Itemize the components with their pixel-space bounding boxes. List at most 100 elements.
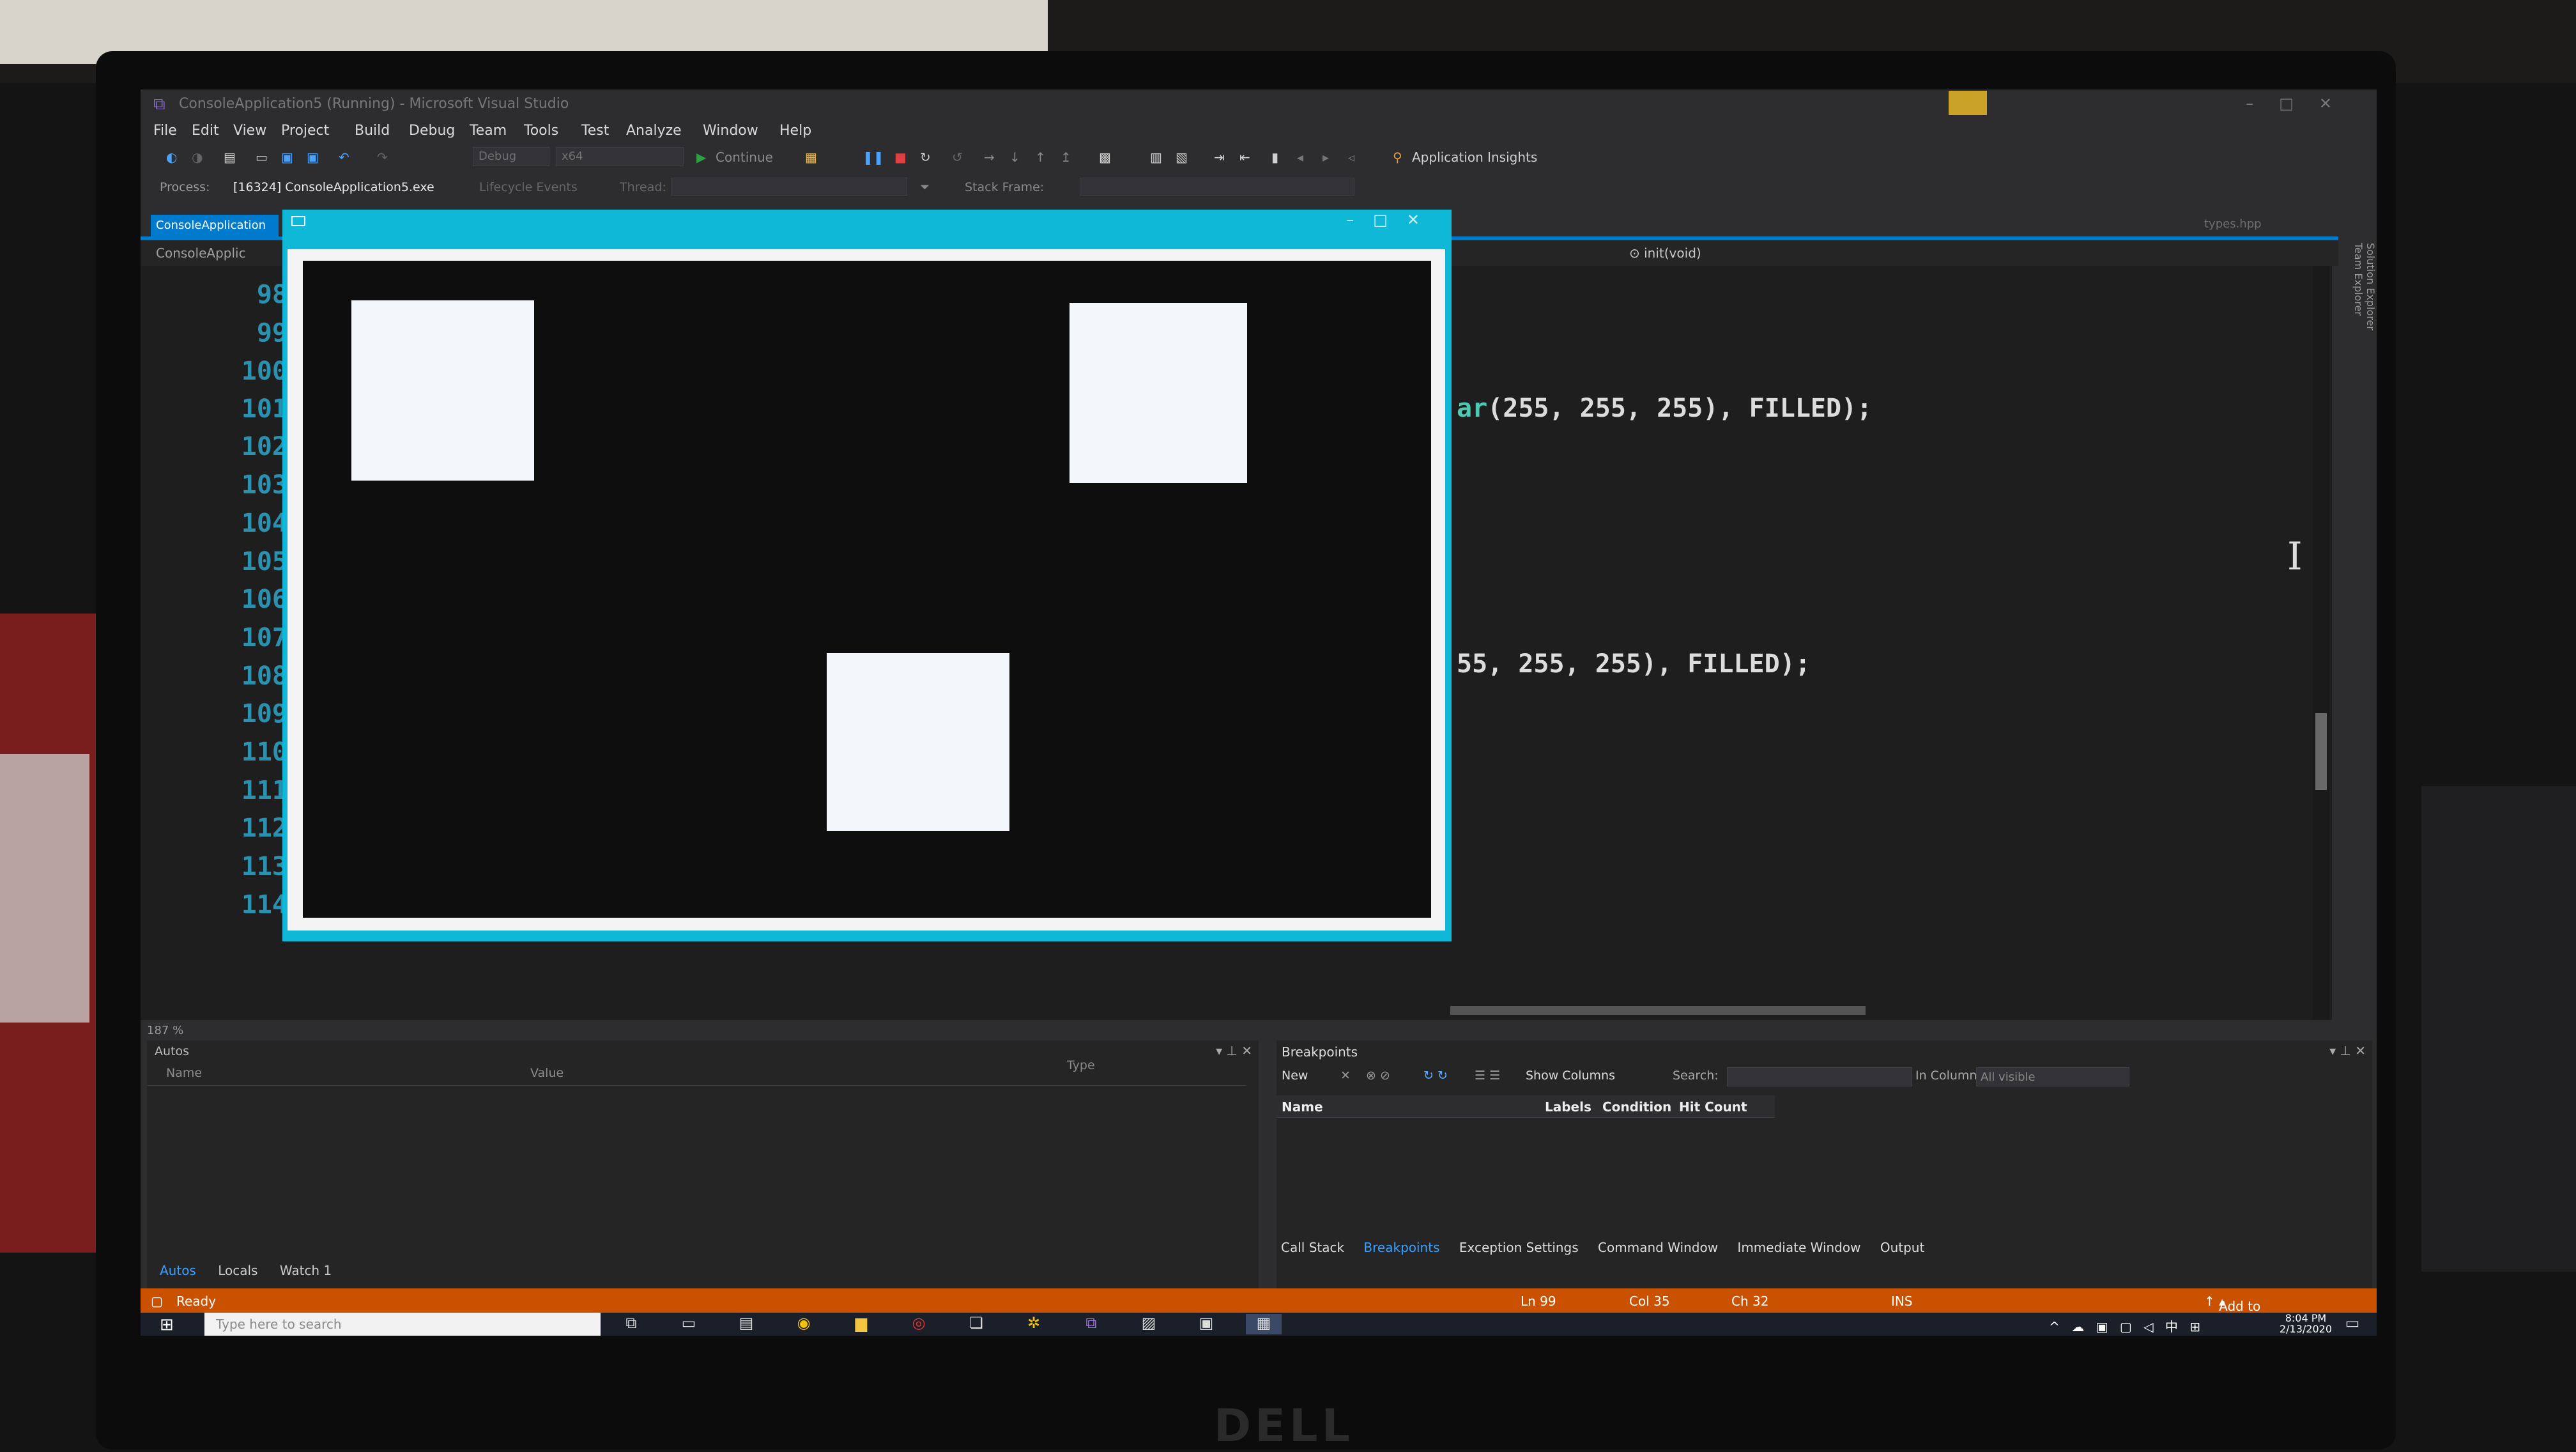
menu-debug[interactable]: Debug — [409, 123, 455, 139]
windows-start-icon[interactable]: ⊞ — [160, 1315, 174, 1334]
chrome-icon[interactable]: ◉ — [786, 1314, 822, 1334]
lifecycle-events-dropdown[interactable]: Lifecycle Events — [479, 180, 578, 194]
notifications-icon[interactable]: ▭ — [2334, 1314, 2370, 1334]
team-explorer-tab[interactable]: Team Explorer — [2352, 243, 2365, 1048]
restart-icon[interactable]: ↻ — [920, 150, 931, 165]
tab-call-stack[interactable]: Call Stack — [1281, 1240, 1344, 1255]
terminal-icon[interactable]: ▭ — [671, 1314, 707, 1334]
file-tab-types-hpp[interactable]: types.hpp — [2204, 217, 2262, 231]
menu-edit[interactable]: Edit — [192, 123, 219, 139]
uncomment-icon[interactable]: ▧ — [1176, 150, 1188, 165]
tab-exception-settings[interactable]: Exception Settings — [1459, 1240, 1579, 1255]
new-breakpoint-button[interactable]: New — [1282, 1069, 1308, 1083]
opencv-output-window[interactable]: –□✕ — [282, 210, 1452, 941]
tab-autos[interactable]: Autos — [160, 1263, 196, 1278]
bp-column-condition[interactable]: Condition — [1602, 1099, 1671, 1115]
panel-pin-close-icon[interactable]: ▾ ⊥ ✕ — [2329, 1043, 2366, 1058]
new-project-icon[interactable]: ▤ — [224, 150, 236, 165]
configuration-dropdown[interactable]: Debug — [473, 147, 549, 166]
menu-project[interactable]: Project — [281, 123, 329, 139]
application-insights-icon[interactable]: ⚲ — [1393, 150, 1402, 165]
autos-column-type[interactable]: Type — [1067, 1058, 1095, 1072]
vertical-scrollbar-thumb[interactable] — [2315, 713, 2327, 790]
clear-bookmarks-icon[interactable]: ◃ — [1348, 150, 1354, 165]
process-dropdown[interactable]: [16324] ConsoleApplication5.exe — [233, 180, 434, 194]
menu-window[interactable]: Window — [703, 123, 758, 139]
settings-app-icon[interactable]: ✲ — [1016, 1314, 1052, 1334]
back-icon[interactable]: ◐ — [166, 150, 177, 165]
panel-pin-close-icon[interactable]: ▾ ⊥ ✕ — [1216, 1043, 1252, 1058]
menu-team[interactable]: Team — [470, 123, 507, 139]
tab-immediate-window[interactable]: Immediate Window — [1737, 1240, 1860, 1255]
export-icon[interactable]: ☰ ☰ — [1475, 1069, 1500, 1083]
visual-studio-taskbar-icon[interactable]: ⧉ — [1073, 1314, 1109, 1334]
opencv-window-taskbar-icon[interactable]: ▦ — [1246, 1314, 1282, 1334]
menu-build[interactable]: Build — [355, 123, 390, 139]
opencv-window-controls[interactable]: –□✕ — [1346, 211, 1439, 229]
menu-help[interactable]: Help — [779, 123, 811, 139]
feedback-filter-icon[interactable] — [1949, 91, 1987, 115]
target-icon[interactable]: ▦ — [805, 150, 817, 165]
console-app-icon[interactable]: ▣ — [1188, 1314, 1224, 1334]
filter-threads-icon[interactable]: ⏷ — [920, 180, 930, 194]
refresh-icon[interactable]: ↻ ↻ — [1423, 1069, 1448, 1083]
notes-app-icon[interactable]: ❏ — [958, 1314, 994, 1334]
tab-output[interactable]: Output — [1880, 1240, 1924, 1255]
step-back-icon[interactable]: ↥ — [1061, 150, 1071, 165]
bp-column-labels[interactable]: Labels — [1545, 1099, 1591, 1115]
open-icon[interactable]: ▭ — [256, 150, 268, 165]
music-app-icon[interactable]: ◎ — [901, 1314, 937, 1334]
save-all-icon[interactable]: ▣ — [307, 150, 319, 165]
file-explorer-icon[interactable]: ▆ — [843, 1314, 879, 1334]
document-tab[interactable]: ConsoleApplication — [151, 215, 279, 236]
horizontal-scrollbar-thumb[interactable] — [1450, 1006, 1866, 1015]
zoom-level[interactable]: 187 % — [147, 1024, 183, 1037]
file-manager-icon[interactable]: ▤ — [728, 1314, 764, 1334]
continue-button[interactable]: Continue — [716, 150, 773, 165]
prev-bookmark-icon[interactable]: ◂ — [1297, 150, 1303, 165]
break-all-icon[interactable]: ❚❚ — [862, 150, 884, 165]
taskbar-search-input[interactable]: Type here to search — [204, 1313, 601, 1336]
application-insights-button[interactable]: Application Insights — [1412, 150, 1537, 165]
menu-analyze[interactable]: Analyze — [626, 123, 682, 139]
step-out-icon[interactable]: ↑ — [1035, 150, 1046, 165]
menu-file[interactable]: File — [153, 123, 177, 139]
delete-icon[interactable]: ✕ — [1340, 1069, 1351, 1083]
indent-icon[interactable]: ⇥ — [1214, 150, 1225, 165]
window-controls[interactable]: –□✕ — [2246, 95, 2358, 112]
project-scope-dropdown[interactable]: ConsoleApplic — [156, 245, 246, 261]
show-next-statement-icon[interactable]: ↺ — [952, 150, 963, 165]
tab-command-window[interactable]: Command Window — [1598, 1240, 1718, 1255]
hex-display-icon[interactable]: ▩ — [1099, 150, 1111, 165]
tab-breakpoints[interactable]: Breakpoints — [1363, 1240, 1439, 1255]
stop-debugging-icon[interactable]: ■ — [894, 150, 907, 165]
task-view-icon[interactable]: ⧉ — [613, 1314, 649, 1334]
autos-column-value[interactable]: Value — [530, 1066, 564, 1080]
step-into-icon[interactable]: → — [984, 150, 995, 165]
continue-icon[interactable]: ▶ — [696, 150, 706, 165]
next-bookmark-icon[interactable]: ▸ — [1322, 150, 1329, 165]
undo-icon[interactable]: ↶ — [339, 150, 349, 165]
autos-column-name[interactable]: Name — [166, 1066, 202, 1080]
show-columns-dropdown[interactable]: Show Columns — [1526, 1069, 1615, 1083]
menu-tools[interactable]: Tools — [524, 123, 558, 139]
redo-icon[interactable]: ↷ — [377, 150, 388, 165]
stack-frame-dropdown[interactable] — [1080, 178, 1354, 196]
forward-icon[interactable]: ◑ — [192, 150, 203, 165]
member-dropdown[interactable]: ⊙ init(void) — [1629, 245, 1701, 261]
in-column-dropdown[interactable]: All visible — [1976, 1067, 2129, 1086]
bookmark-icon[interactable]: ▮ — [1271, 150, 1278, 165]
menu-view[interactable]: View — [233, 123, 266, 139]
enable-breakpoints-icon[interactable]: ⊗ ⊘ — [1366, 1069, 1390, 1083]
comment-icon[interactable]: ▥ — [1150, 150, 1162, 165]
thread-dropdown[interactable] — [671, 178, 907, 196]
outdent-icon[interactable]: ⇤ — [1239, 150, 1250, 165]
step-over-icon[interactable]: ↓ — [1009, 150, 1020, 165]
platform-dropdown[interactable]: x64 — [556, 147, 684, 166]
system-tray-icons[interactable]: ^ ☁ ▣ ▢ ◁ 中 ⊞ — [2049, 1317, 2204, 1335]
breakpoints-search-input[interactable] — [1727, 1067, 1912, 1086]
photos-icon[interactable]: ▨ — [1131, 1314, 1167, 1334]
save-icon[interactable]: ▣ — [281, 150, 293, 165]
vertical-scrollbar[interactable] — [2313, 266, 2329, 1020]
bp-column-name[interactable]: Name — [1282, 1099, 1323, 1115]
